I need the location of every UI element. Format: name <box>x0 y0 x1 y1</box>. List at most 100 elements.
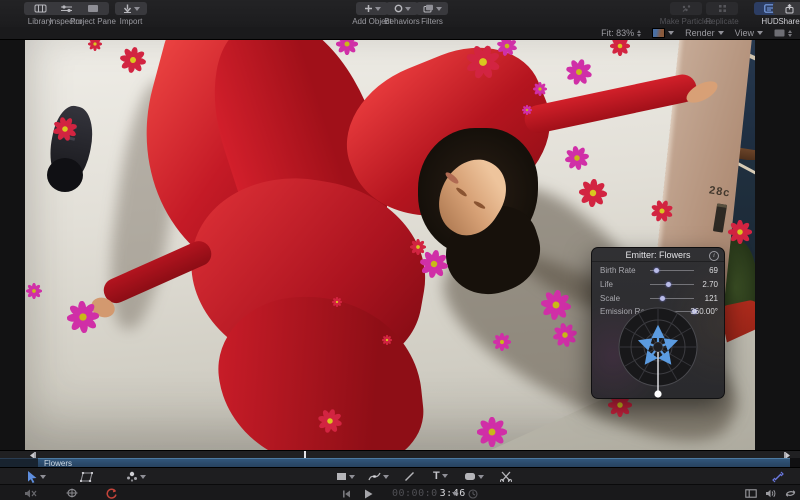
chevron-down-icon <box>140 475 146 479</box>
replicate-label: Replicate <box>705 17 738 26</box>
previous-frame-icon <box>342 490 351 498</box>
chevron-down-icon <box>40 475 46 479</box>
share-button[interactable]: Share <box>775 2 800 26</box>
rectangle-tool[interactable] <box>336 472 355 481</box>
flower-particle <box>563 144 591 172</box>
resize-arrows-icon <box>772 471 784 483</box>
flower-particle <box>551 321 579 349</box>
chevron-down-icon <box>757 31 763 35</box>
project-pane-button[interactable]: Project Pane <box>69 2 117 26</box>
filters-icon <box>423 4 434 13</box>
render-menu[interactable]: Render <box>685 28 724 38</box>
muted-speaker-icon <box>24 489 37 498</box>
snap-button[interactable] <box>66 488 78 498</box>
chevron-down-icon <box>134 7 140 11</box>
life-label: Life <box>600 280 613 289</box>
text-tool-glyph: T <box>433 470 440 482</box>
flower-particle <box>578 178 608 208</box>
select-tool[interactable] <box>27 471 46 483</box>
transform-tool[interactable] <box>80 472 93 482</box>
adjust-item-tool[interactable] <box>126 471 146 482</box>
view-menu-label: View <box>735 28 754 38</box>
flower-particle <box>563 56 595 88</box>
import-label: Import <box>120 17 143 26</box>
transform-icon <box>80 472 93 482</box>
flower-particle <box>26 283 42 299</box>
shape-tool[interactable] <box>464 472 484 481</box>
birth-rate-label: Birth Rate <box>600 266 636 275</box>
mask-tool[interactable] <box>500 471 512 482</box>
make-particles-icon <box>681 4 692 13</box>
channel-swatch-control[interactable] <box>652 28 674 38</box>
chevron-down-icon <box>436 7 442 11</box>
timecode-menu[interactable] <box>452 492 458 496</box>
zoom-level-control[interactable]: Fit: 83% <box>601 28 641 38</box>
birth-rate-value: 69 <box>709 266 718 275</box>
flower-particle <box>50 114 79 143</box>
import-button[interactable]: Import <box>111 2 151 26</box>
scale-slider[interactable] <box>650 298 694 299</box>
filters-button[interactable]: Filters <box>414 2 450 26</box>
chevron-down-icon <box>442 474 448 478</box>
flower-particle <box>493 333 511 351</box>
view-menu[interactable]: View <box>735 28 763 38</box>
slider-knob[interactable] <box>666 282 671 287</box>
flower-particle <box>88 40 102 51</box>
replicate-button: Replicate <box>700 2 744 26</box>
timing-display-button[interactable] <box>468 489 478 499</box>
flower-particle <box>336 40 358 55</box>
layout-icon <box>774 29 785 37</box>
record-animation-button[interactable] <box>106 488 117 499</box>
hud-row-birth-rate: Birth Rate 69 <box>592 264 724 277</box>
flower-particle <box>477 417 507 447</box>
mute-button[interactable] <box>24 489 37 498</box>
text-tool[interactable]: T <box>433 470 448 482</box>
chevron-down-icon <box>452 492 458 496</box>
chevron-down-icon <box>668 31 674 35</box>
emission-range-dial[interactable] <box>615 304 701 400</box>
flower-particle <box>648 197 676 225</box>
transport-bar: 00:00:03:46 <box>0 484 800 500</box>
layout-stepper-icon <box>788 30 792 37</box>
scale-label: Scale <box>600 294 620 303</box>
motion-app-window: Library Inspector Project Pane Import Ad… <box>0 0 800 500</box>
hud-row-life: Life 2.70 <box>592 278 724 291</box>
zoom-level-value: Fit: 83% <box>601 28 634 38</box>
pointer-icon <box>27 471 38 483</box>
line-icon <box>404 471 415 482</box>
slider-knob[interactable] <box>660 296 665 301</box>
channel-swatch-icon <box>652 28 665 38</box>
go-to-start-button[interactable] <box>342 490 351 498</box>
bezier-tool[interactable] <box>368 471 389 482</box>
life-value: 2.70 <box>702 280 718 289</box>
timeline-resize-handle[interactable] <box>772 471 784 483</box>
life-slider[interactable] <box>650 284 694 285</box>
speaker-icon <box>765 489 777 498</box>
track-header-stub <box>0 458 38 467</box>
filters-label: Filters <box>421 17 443 26</box>
slider-knob[interactable] <box>654 268 659 273</box>
layout-control[interactable] <box>774 29 792 37</box>
hud-panel[interactable]: Emitter: Flowers i Birth Rate 69 Life 2.… <box>591 247 725 399</box>
hud-panel-title: Emitter: Flowers <box>592 248 724 262</box>
show-timeline-button[interactable] <box>745 489 757 498</box>
share-icon <box>785 4 794 14</box>
loop-playback-button[interactable] <box>784 489 797 498</box>
birth-rate-slider[interactable] <box>650 270 694 271</box>
flower-particle <box>118 45 148 75</box>
shape-icon <box>464 472 476 481</box>
timecode-dim: 00:00:0 <box>392 488 438 499</box>
zoom-stepper-icon[interactable] <box>637 30 641 37</box>
play-button[interactable] <box>364 489 373 499</box>
audio-button[interactable] <box>765 489 777 498</box>
timeline-track-flowers[interactable]: Flowers <box>38 458 790 467</box>
rectangle-icon <box>336 472 347 481</box>
mask-icon <box>500 471 512 482</box>
line-tool[interactable] <box>404 471 415 482</box>
flower-particle <box>610 40 630 56</box>
flower-particle <box>539 288 573 322</box>
info-icon[interactable]: i <box>709 251 719 261</box>
flower-particle <box>533 82 547 96</box>
dial-handle-dot[interactable] <box>654 390 661 397</box>
flower-particle <box>315 406 344 435</box>
